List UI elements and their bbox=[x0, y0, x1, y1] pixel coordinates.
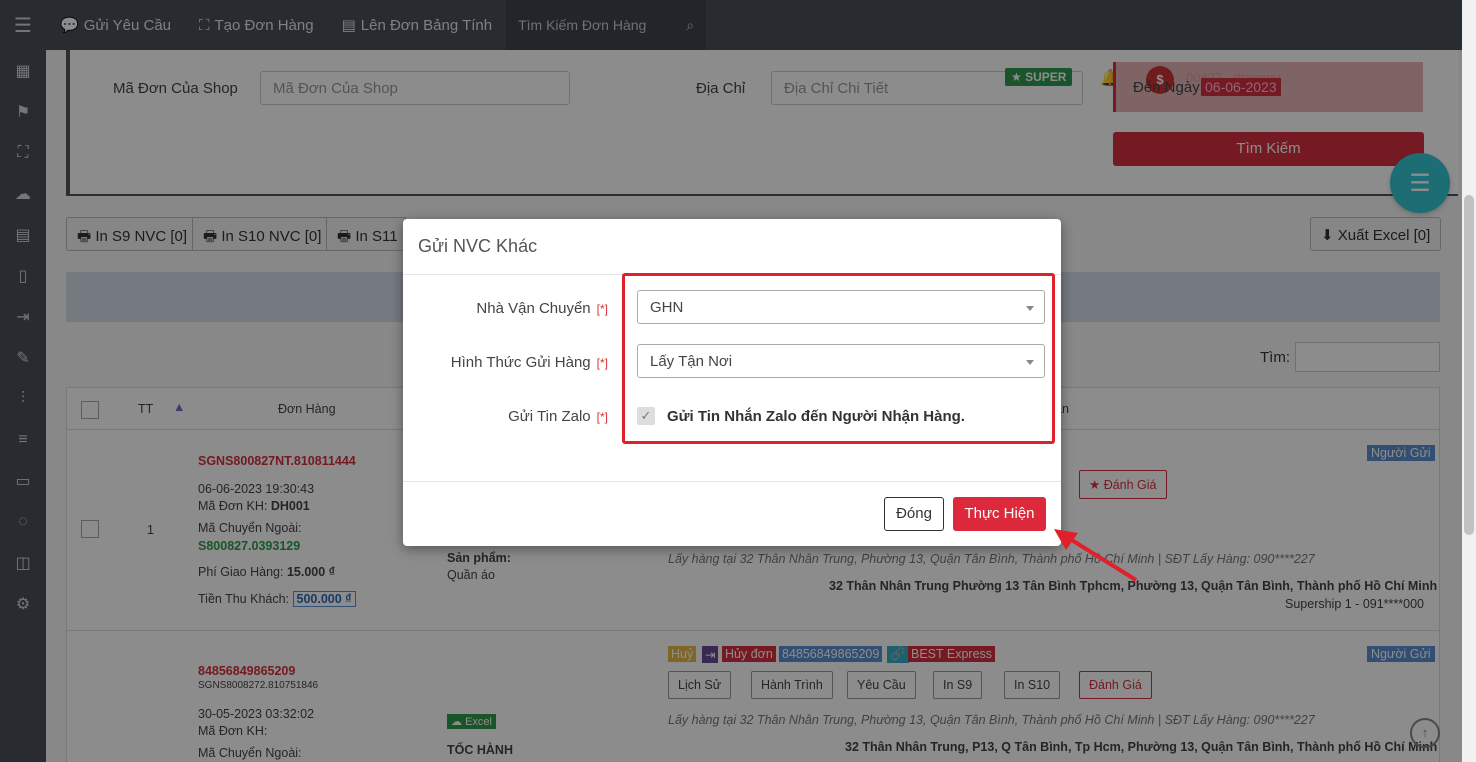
page-scrollbar[interactable] bbox=[1462, 0, 1476, 762]
annotation-arrow bbox=[1054, 529, 1138, 582]
modal-footer-divider bbox=[403, 481, 1061, 482]
modal-title: Gửi NVC Khác bbox=[418, 236, 538, 256]
zalo-label: Gửi Tin Zalo [*] bbox=[508, 408, 608, 425]
highlight-annotation bbox=[622, 273, 1055, 444]
scrollbar-thumb[interactable] bbox=[1464, 195, 1474, 535]
method-label: Hình Thức Gửi Hàng [*] bbox=[450, 354, 608, 371]
submit-button[interactable]: Thực Hiện bbox=[953, 497, 1046, 531]
close-button[interactable]: Đóng bbox=[884, 497, 944, 531]
carrier-label: Nhà Vận Chuyển [*] bbox=[476, 300, 608, 317]
send-other-carrier-modal: Gửi NVC Khác Nhà Vận Chuyển [*] GHN Hình … bbox=[403, 219, 1061, 546]
